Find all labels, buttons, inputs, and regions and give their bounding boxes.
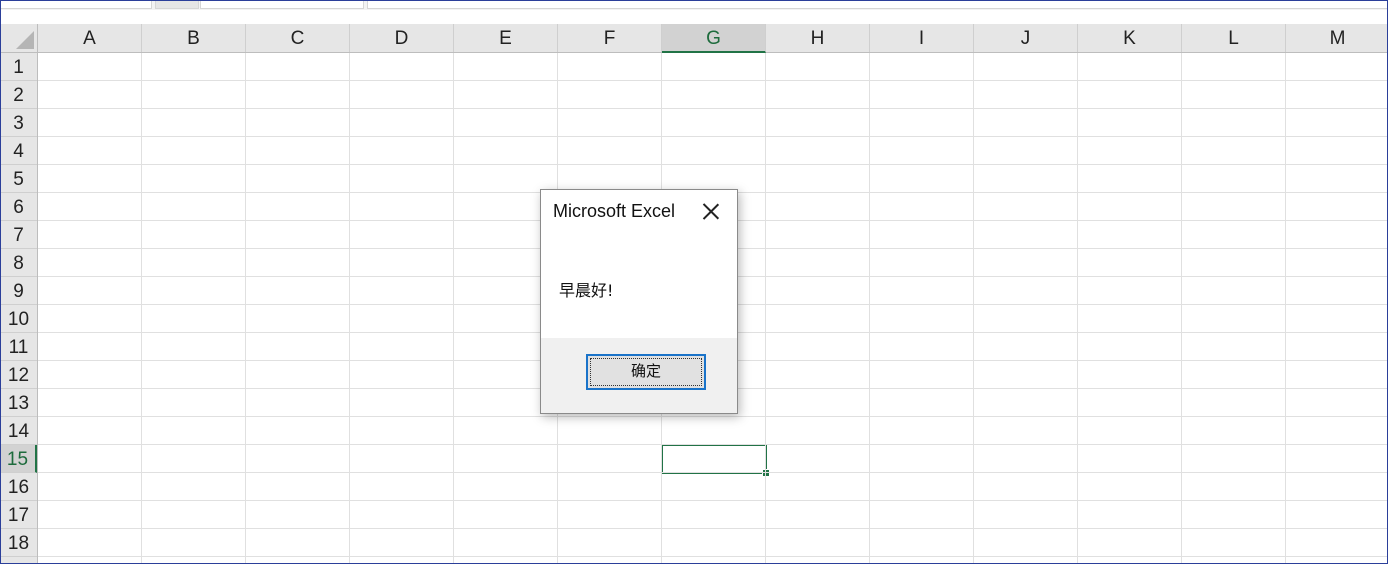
focus-rectangle bbox=[590, 358, 702, 386]
column-header-i[interactable]: I bbox=[870, 24, 974, 52]
dialog-title: Microsoft Excel bbox=[553, 201, 676, 221]
grid-line-vertical bbox=[1077, 53, 1078, 564]
column-header-a[interactable]: A bbox=[38, 24, 142, 52]
row-header-14[interactable]: 14 bbox=[0, 417, 37, 445]
column-header-l[interactable]: L bbox=[1182, 24, 1286, 52]
name-box[interactable] bbox=[0, 0, 152, 9]
row-header-11[interactable]: 11 bbox=[0, 333, 37, 361]
grid-line-horizontal bbox=[38, 472, 1388, 473]
grid-line-horizontal bbox=[38, 444, 1388, 445]
close-icon[interactable] bbox=[698, 198, 724, 224]
grid-line-horizontal bbox=[38, 164, 1388, 165]
column-header-e[interactable]: E bbox=[454, 24, 558, 52]
column-header-k[interactable]: K bbox=[1078, 24, 1182, 52]
formula-buttons-area bbox=[200, 0, 364, 9]
formula-bar-strip bbox=[0, 0, 1388, 10]
grid-line-vertical bbox=[453, 53, 454, 564]
row-header-8[interactable]: 8 bbox=[0, 249, 37, 277]
dialog-footer: 确定 bbox=[541, 338, 737, 413]
column-header-bar: ABCDEFGHIJKLM bbox=[0, 24, 1388, 53]
row-header-10[interactable]: 10 bbox=[0, 305, 37, 333]
grid-line-vertical bbox=[765, 53, 766, 564]
row-header-bar: 1 2 3 4 5 6 7 8 9 10 11 12 13 14 15 16 17 18 bbox=[0, 53, 38, 564]
row-header-17[interactable]: 17 bbox=[0, 501, 37, 529]
grid-line-horizontal bbox=[38, 136, 1388, 137]
name-box-dropdown[interactable] bbox=[155, 0, 199, 9]
grid-line-vertical bbox=[973, 53, 974, 564]
message-box-dialog: Microsoft Excel 早晨好! 确定 bbox=[540, 189, 738, 414]
grid-line-vertical bbox=[141, 53, 142, 564]
row-header-13[interactable]: 13 bbox=[0, 389, 37, 417]
grid-line-vertical bbox=[245, 53, 246, 564]
row-header-18[interactable]: 18 bbox=[0, 529, 37, 557]
column-header-f[interactable]: F bbox=[558, 24, 662, 52]
grid-line-vertical bbox=[349, 53, 350, 564]
column-header-d[interactable]: D bbox=[350, 24, 454, 52]
grid-line-vertical bbox=[1181, 53, 1182, 564]
column-header-m[interactable]: M bbox=[1286, 24, 1388, 52]
grid-line-vertical bbox=[869, 53, 870, 564]
row-header-12[interactable]: 12 bbox=[0, 361, 37, 389]
column-header-g[interactable]: G bbox=[662, 24, 766, 53]
column-header-j[interactable]: J bbox=[974, 24, 1078, 52]
dialog-message: 早晨好! bbox=[559, 281, 614, 300]
row-header-5[interactable]: 5 bbox=[0, 165, 37, 193]
grid-line-horizontal bbox=[38, 80, 1388, 81]
active-cell[interactable] bbox=[661, 444, 767, 474]
grid-line-horizontal bbox=[38, 108, 1388, 109]
grid-line-horizontal bbox=[38, 500, 1388, 501]
select-all-button[interactable] bbox=[0, 24, 38, 52]
grid-line-vertical bbox=[1285, 53, 1286, 564]
row-header-3[interactable]: 3 bbox=[0, 109, 37, 137]
row-header-6[interactable]: 6 bbox=[0, 193, 37, 221]
grid-line-horizontal bbox=[38, 528, 1388, 529]
row-header-4[interactable]: 4 bbox=[0, 137, 37, 165]
row-header-2[interactable]: 2 bbox=[0, 81, 37, 109]
fill-handle[interactable] bbox=[762, 469, 770, 477]
row-header-15[interactable]: 15 bbox=[0, 445, 37, 473]
column-header-c[interactable]: C bbox=[246, 24, 350, 52]
row-header-16[interactable]: 16 bbox=[0, 473, 37, 501]
ok-button[interactable]: 确定 bbox=[586, 354, 706, 390]
row-header-7[interactable]: 7 bbox=[0, 221, 37, 249]
formula-input[interactable] bbox=[367, 0, 1388, 9]
select-all-triangle-icon bbox=[16, 31, 34, 49]
column-header-h[interactable]: H bbox=[766, 24, 870, 52]
grid-line-horizontal bbox=[38, 556, 1388, 557]
row-header-1[interactable]: 1 bbox=[0, 53, 37, 81]
column-header-b[interactable]: B bbox=[142, 24, 246, 52]
row-header-9[interactable]: 9 bbox=[0, 277, 37, 305]
grid-line-horizontal bbox=[38, 416, 1388, 417]
